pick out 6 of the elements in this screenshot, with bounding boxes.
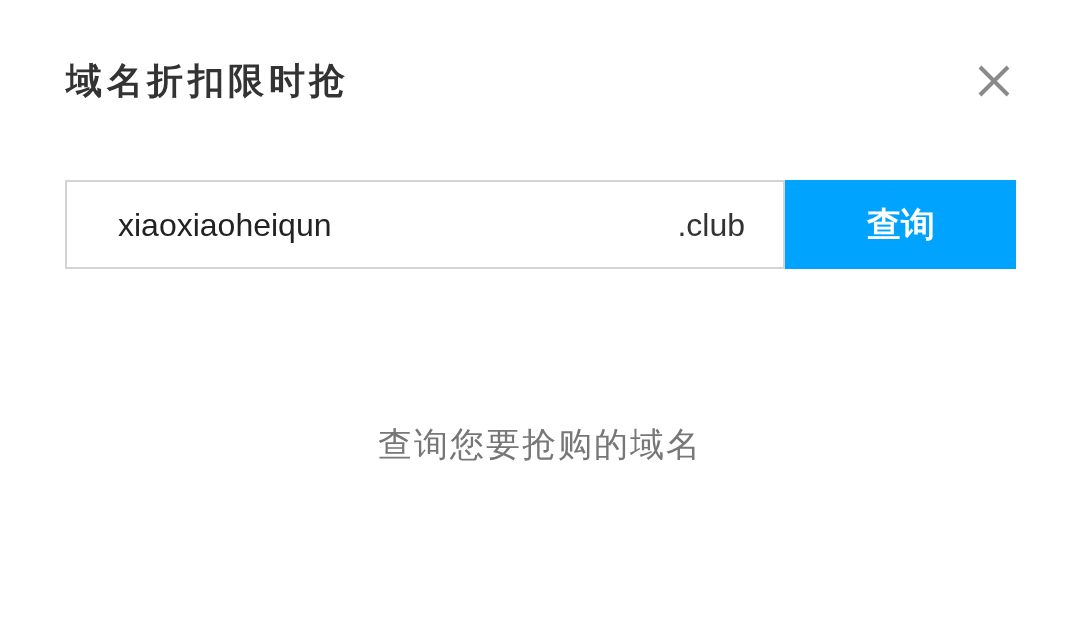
domain-input-field[interactable]: xiaoxiaoheiqun .club [65, 180, 785, 269]
domain-suffix: .club [677, 205, 745, 245]
close-icon [978, 65, 1010, 97]
close-button[interactable] [976, 63, 1012, 99]
dialog-title: 域名折扣限时抢 [66, 59, 350, 103]
search-hint: 查询您要抢购的域名 [378, 424, 702, 465]
